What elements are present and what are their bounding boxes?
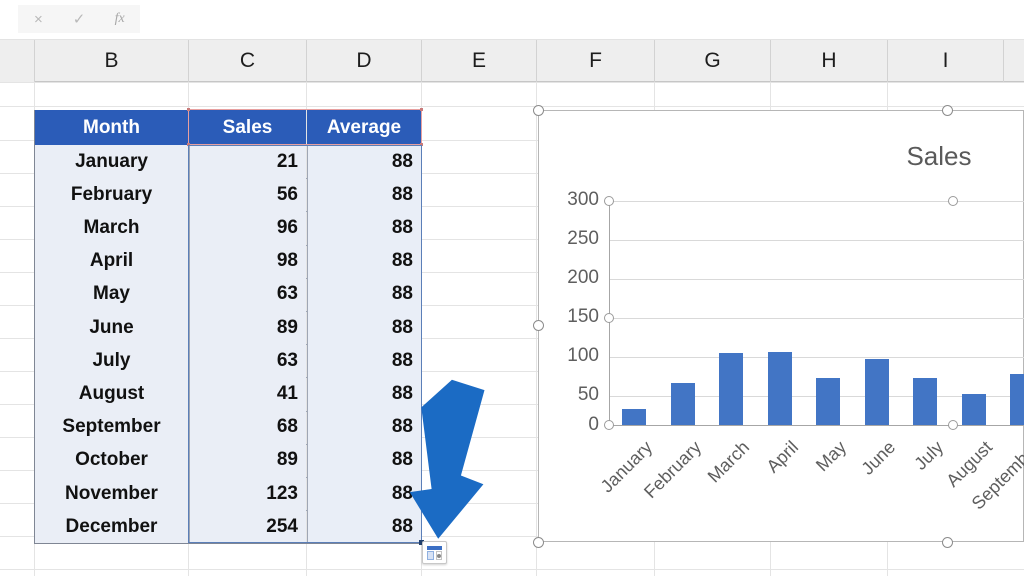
bar-august[interactable]: [961, 394, 986, 425]
table-column-separator: [189, 145, 190, 544]
column-header-i[interactable]: I: [888, 40, 1004, 82]
table-cell-average[interactable]: 88: [307, 344, 421, 378]
table-cell-month[interactable]: April: [35, 244, 188, 278]
table-cell-average[interactable]: 88: [307, 410, 421, 444]
bar-march[interactable]: [719, 353, 744, 425]
column-header-f[interactable]: F: [537, 40, 655, 82]
x-axis-line[interactable]: [609, 425, 1024, 426]
table-cell-sales[interactable]: 41: [189, 377, 306, 411]
formula-bar: × ✓ fx: [0, 0, 1024, 40]
column-header-d[interactable]: D: [307, 40, 422, 82]
bar-september[interactable]: [1010, 374, 1024, 425]
formula-input[interactable]: [148, 5, 1024, 33]
gridline-150: [609, 318, 1024, 319]
column-header-c[interactable]: C: [189, 40, 307, 82]
y-tick-200: 200: [567, 267, 599, 288]
bar-july[interactable]: [913, 377, 938, 425]
plot-handle-top-right[interactable]: [948, 196, 958, 206]
plot-handle-bottom-mid[interactable]: [948, 420, 958, 430]
bar-february[interactable]: [670, 383, 695, 425]
gridline-100: [609, 357, 1024, 358]
table-cell-average[interactable]: 88: [307, 211, 421, 245]
chart-handle-mid-left[interactable]: [533, 320, 544, 331]
table-cell-sales[interactable]: 254: [189, 510, 306, 544]
bar-may[interactable]: [816, 377, 841, 425]
table-cell-average[interactable]: 88: [307, 277, 421, 311]
chart-handle-bottom-left[interactable]: [533, 537, 544, 548]
table-cell-month[interactable]: January: [35, 145, 188, 179]
insert-function-icon[interactable]: fx: [99, 5, 140, 33]
excel-window: × ✓ fx B C D E F G H I Month Sales Avera…: [0, 0, 1024, 576]
gridline-250: [609, 240, 1024, 241]
plot-handle-bottom-left[interactable]: [604, 420, 614, 430]
table-cell-sales[interactable]: 21: [189, 145, 306, 179]
enter-icon[interactable]: ✓: [59, 5, 100, 33]
table-cell-sales[interactable]: 56: [189, 178, 306, 212]
chart-handle-top-left[interactable]: [533, 105, 544, 116]
column-header-b[interactable]: B: [35, 40, 189, 82]
table-cell-month[interactable]: August: [35, 377, 188, 411]
table-outline-right: [421, 110, 422, 544]
table-outline-left: [34, 110, 35, 544]
y-tick-250: 250: [567, 228, 599, 249]
table-cell-sales[interactable]: 68: [189, 410, 306, 444]
bar-june[interactable]: [864, 358, 889, 425]
bar-april[interactable]: [767, 351, 792, 425]
column-header-e[interactable]: E: [422, 40, 537, 82]
plot-handle-top-left[interactable]: [604, 196, 614, 206]
quick-analysis-button[interactable]: [422, 541, 447, 564]
table-cell-sales[interactable]: 96: [189, 211, 306, 245]
table-cell-month[interactable]: December: [35, 510, 188, 544]
table-cell-sales[interactable]: 123: [189, 477, 306, 511]
table-cell-average[interactable]: 88: [307, 311, 421, 345]
chart-title[interactable]: Sales: [869, 141, 1009, 172]
table-cell-month[interactable]: March: [35, 211, 188, 245]
chart-handle-top-center[interactable]: [942, 105, 953, 116]
table-cell-sales[interactable]: 89: [189, 443, 306, 477]
table-header-month[interactable]: Month: [35, 110, 188, 145]
table-cell-month[interactable]: September: [35, 410, 188, 444]
paste-options-icon: [427, 545, 442, 560]
chart-object[interactable]: Sales 300 250 200 150 100 50 0 January Fe…: [538, 110, 1024, 542]
table-cell-average[interactable]: 88: [307, 477, 421, 511]
table-cell-sales[interactable]: 63: [189, 344, 306, 378]
table-cell-month[interactable]: July: [35, 344, 188, 378]
table-column-separator: [307, 145, 308, 544]
table-cell-average[interactable]: 88: [307, 377, 421, 411]
y-tick-0: 0: [588, 414, 599, 435]
bar-january[interactable]: [622, 409, 647, 425]
y-tick-100: 100: [567, 345, 599, 366]
table-cell-sales[interactable]: 63: [189, 277, 306, 311]
table-cell-sales[interactable]: 98: [189, 244, 306, 278]
table-header-sales[interactable]: Sales: [189, 110, 306, 145]
gridline-300: [609, 201, 1024, 202]
formula-bar-buttons: × ✓ fx: [18, 5, 140, 33]
table-cell-average[interactable]: 88: [307, 244, 421, 278]
table-cell-month[interactable]: October: [35, 443, 188, 477]
row-header-strip: [0, 82, 34, 576]
select-all-corner[interactable]: [0, 40, 35, 82]
table-cell-month[interactable]: February: [35, 178, 188, 212]
table-header-average[interactable]: Average: [307, 110, 421, 145]
table-cell-average[interactable]: 88: [307, 443, 421, 477]
table-cell-sales[interactable]: 89: [189, 311, 306, 345]
table-cell-month[interactable]: June: [35, 311, 188, 345]
table-outline-bottom: [34, 543, 421, 545]
table-cell-average[interactable]: 88: [307, 178, 421, 212]
table-cell-average[interactable]: 88: [307, 510, 421, 544]
chart-handle-bottom-center[interactable]: [942, 537, 953, 548]
column-header-h[interactable]: H: [771, 40, 888, 82]
column-header-row: B C D E F G H I: [0, 40, 1024, 82]
column-header-g[interactable]: G: [655, 40, 771, 82]
plot-handle-mid-left[interactable]: [604, 313, 614, 323]
y-tick-50: 50: [577, 384, 599, 405]
gridline-200: [609, 279, 1024, 280]
table-cell-month[interactable]: May: [35, 277, 188, 311]
cancel-icon[interactable]: ×: [18, 5, 59, 33]
y-tick-300: 300: [567, 189, 599, 210]
y-tick-150: 150: [567, 306, 599, 327]
table-cell-average[interactable]: 88: [307, 145, 421, 179]
table-cell-month[interactable]: November: [35, 477, 188, 511]
